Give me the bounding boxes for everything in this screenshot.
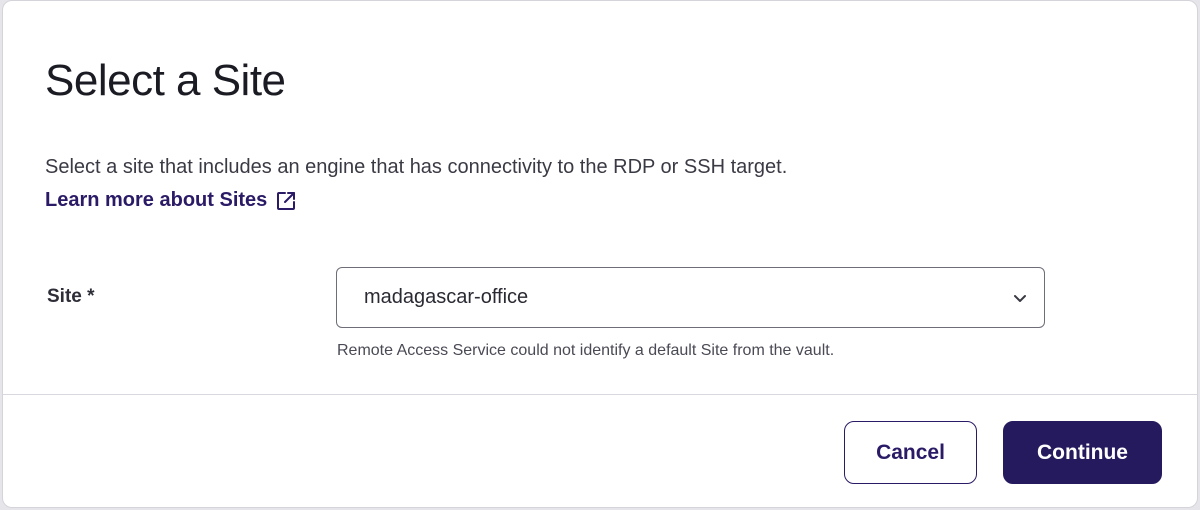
continue-button[interactable]: Continue [1003,421,1162,484]
dialog-title: Select a Site [45,56,286,105]
chevron-down-icon [996,293,1044,303]
cancel-button[interactable]: Cancel [844,421,977,484]
footer-divider [3,394,1197,395]
site-select-value: madagascar-office [364,286,529,308]
site-field-label: Site * [47,286,95,307]
select-site-dialog: Select a Site Select a site that include… [2,0,1198,508]
learn-more-link[interactable]: Learn more about Sites [45,189,297,212]
site-hint-text: Remote Access Service could not identify… [337,342,835,359]
external-link-icon [275,190,297,212]
dialog-description: Select a site that includes an engine th… [45,156,788,178]
learn-more-label: Learn more about Sites [45,189,268,211]
site-select[interactable]: madagascar-office [336,267,1045,328]
